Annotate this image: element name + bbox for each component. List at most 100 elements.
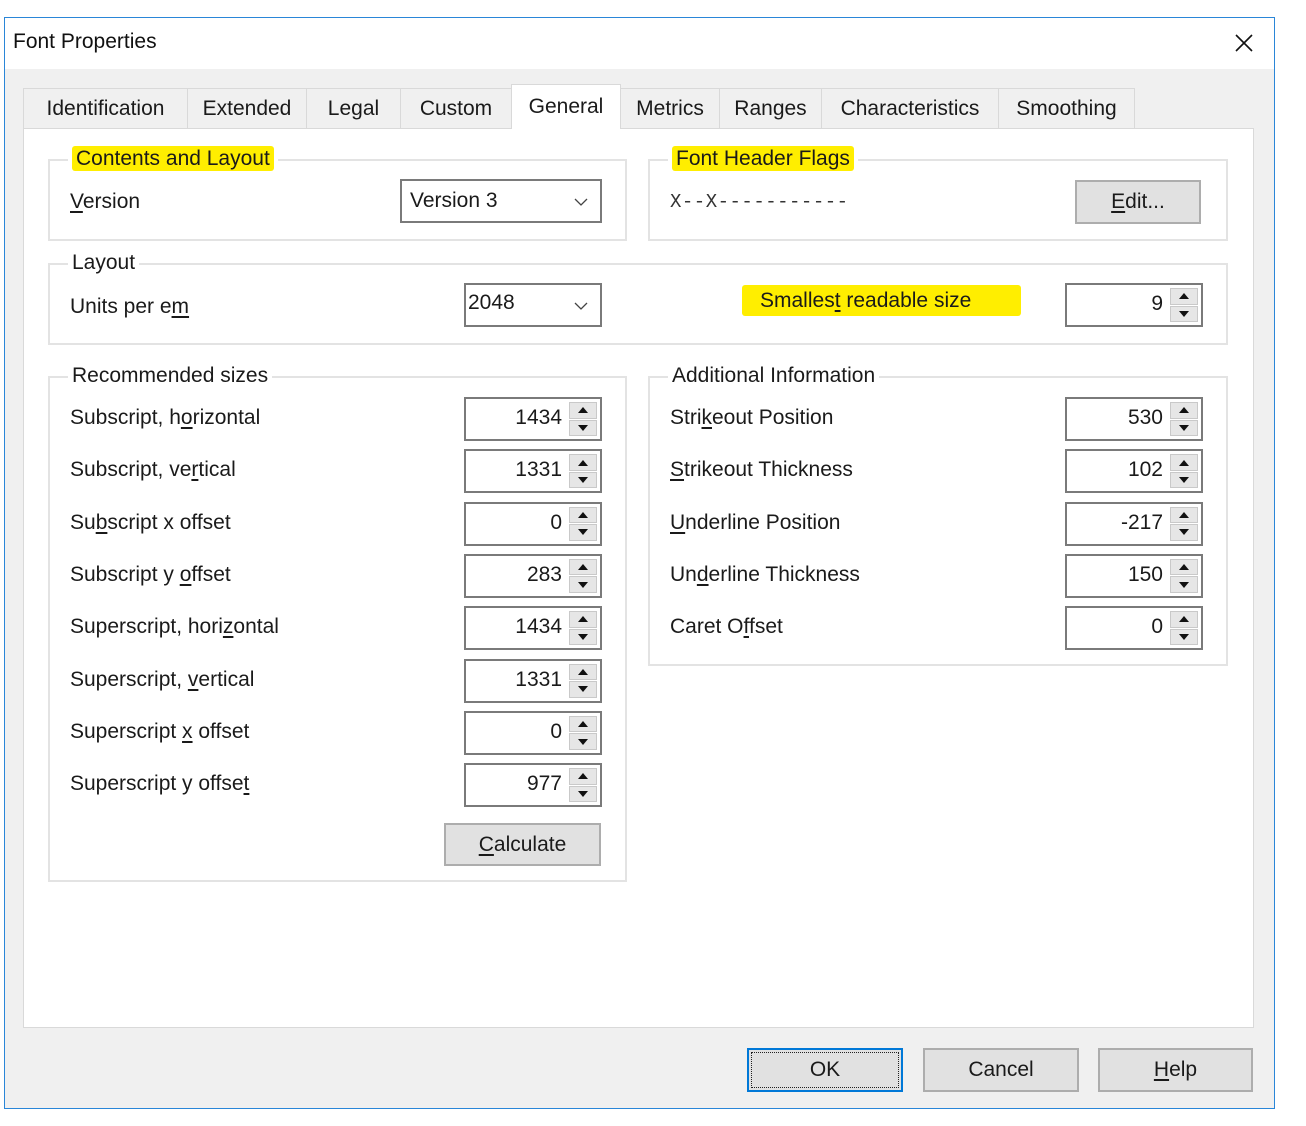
arrow-up-icon [1179,616,1189,623]
spin-down-button[interactable] [569,471,597,489]
header-flags-value: X--X----------- [670,191,849,213]
recommended-size-label: Subscript y offset [70,562,231,586]
font-header-flags-label: Font Header Flags [668,146,858,172]
spin-up-button[interactable] [1170,454,1198,471]
spin-up-button[interactable] [1170,558,1198,576]
arrow-up-icon [1179,407,1189,414]
tab-custom[interactable]: Custom [400,88,512,128]
arrow-down-icon [1179,581,1189,588]
arrow-up-icon [578,511,588,518]
additional-info-spinner[interactable]: 0 [1065,606,1203,651]
arrow-up-icon [578,407,588,414]
help-button[interactable]: Help [1098,1048,1253,1092]
spin-down-button[interactable] [569,681,597,698]
contents-and-layout-group: Contents and Layout Version Version 3 [48,146,627,241]
spin-up-button[interactable] [1170,506,1198,524]
arrow-up-icon [1179,564,1189,571]
spin-down-button[interactable] [569,785,597,803]
arrow-down-icon [1179,477,1189,484]
close-icon [1235,34,1253,52]
spin-down-button[interactable] [1170,471,1198,489]
spin-up-button[interactable] [569,454,597,471]
units-per-em-dropdown[interactable]: 2048 [464,283,602,327]
recommended-size-spinner[interactable]: 1331 [464,449,602,494]
spin-up-button[interactable] [1170,288,1198,305]
chevron-down-icon [574,302,588,310]
spin-down-button[interactable] [1170,576,1198,593]
tab-metrics[interactable]: Metrics [620,88,720,128]
arrow-down-icon [578,581,588,588]
spin-up-button[interactable] [1170,402,1198,419]
additional-info-label: Strikeout Position [670,406,834,429]
smallest-readable-size-spinner[interactable]: 9 [1065,283,1203,327]
tab-general[interactable]: General [511,84,621,129]
recommended-size-spinner[interactable]: 1331 [464,658,602,703]
recommended-size-label: Superscript x offset [70,719,250,743]
font-properties-dialog: Font Properties Identification Extended … [4,17,1275,1109]
spin-up-button[interactable] [569,506,597,524]
ok-button[interactable]: OK [747,1048,903,1092]
arrow-up-icon [578,459,588,466]
title-bar[interactable]: Font Properties [5,18,1274,69]
additional-information-group: Additional Information Strikeout Positio… [648,363,1228,666]
additional-info-spinner[interactable]: -217 [1065,501,1203,546]
arrow-down-icon [1179,633,1189,640]
calculate-button[interactable]: Calculate [444,823,601,866]
recommended-size-label: Superscript y offset [70,772,250,796]
spin-down-button[interactable] [569,628,597,646]
spin-up-button[interactable] [1170,611,1198,628]
spin-down-button[interactable] [1170,305,1198,322]
recommended-size-spinner[interactable]: 1434 [464,606,602,651]
spin-down-button[interactable] [1170,419,1198,436]
spin-up-button[interactable] [569,611,597,628]
contents-and-layout-label: Contents and Layout [68,146,278,172]
edit-flags-button[interactable]: Edit... [1075,180,1201,224]
additional-info-spinner[interactable]: 150 [1065,553,1203,598]
tab-characteristics[interactable]: Characteristics [821,88,999,128]
additional-info-spinner[interactable]: 530 [1065,397,1203,441]
arrow-down-icon [578,738,588,745]
arrow-up-icon [578,773,588,780]
units-per-em-label: Units per em [70,295,190,318]
recommended-size-spinner[interactable]: 0 [464,501,602,546]
recommended-size-spinner[interactable]: 977 [464,763,602,808]
recommended-size-spinner[interactable]: 0 [464,710,602,755]
spin-up-button[interactable] [569,402,597,419]
close-button[interactable] [1224,24,1264,62]
spin-up-button[interactable] [569,768,597,785]
smallest-readable-size-label: Smallest readable size [742,285,1022,316]
arrow-up-icon [578,616,588,623]
general-tab-panel: Contents and Layout Version Version 3 Fo… [23,128,1254,1028]
spin-down-button[interactable] [1170,628,1198,646]
tab-ranges[interactable]: Ranges [719,88,822,128]
additional-info-spinner[interactable]: 102 [1065,449,1203,494]
additional-info-label: Strikeout Thickness [670,458,853,482]
chevron-down-icon [574,198,588,206]
arrow-down-icon [578,424,588,431]
tab-legal[interactable]: Legal [306,88,401,128]
recommended-size-spinner[interactable]: 1434 [464,397,602,441]
version-label: Version [70,190,141,213]
spin-down-button[interactable] [569,524,597,541]
tab-identification[interactable]: Identification [23,88,188,128]
arrow-down-icon [1179,310,1189,317]
arrow-up-icon [1179,293,1189,300]
spin-down-button[interactable] [569,733,597,750]
spin-up-button[interactable] [569,715,597,733]
additional-info-label: Underline Position [670,510,841,534]
arrow-up-icon [578,668,588,675]
spin-down-button[interactable] [569,419,597,436]
version-dropdown[interactable]: Version 3 [400,179,602,223]
arrow-up-icon [578,721,588,728]
spin-down-button[interactable] [569,576,597,593]
spin-up-button[interactable] [569,558,597,576]
additional-information-label: Additional Information [668,363,880,389]
tab-extended[interactable]: Extended [187,88,307,128]
recommended-size-spinner[interactable]: 283 [464,553,602,598]
tab-smoothing[interactable]: Smoothing [998,88,1135,128]
spin-up-button[interactable] [569,663,597,680]
recommended-size-label: Superscript, vertical [70,667,255,691]
arrow-down-icon [1179,529,1189,536]
cancel-button[interactable]: Cancel [923,1048,1079,1092]
spin-down-button[interactable] [1170,524,1198,541]
